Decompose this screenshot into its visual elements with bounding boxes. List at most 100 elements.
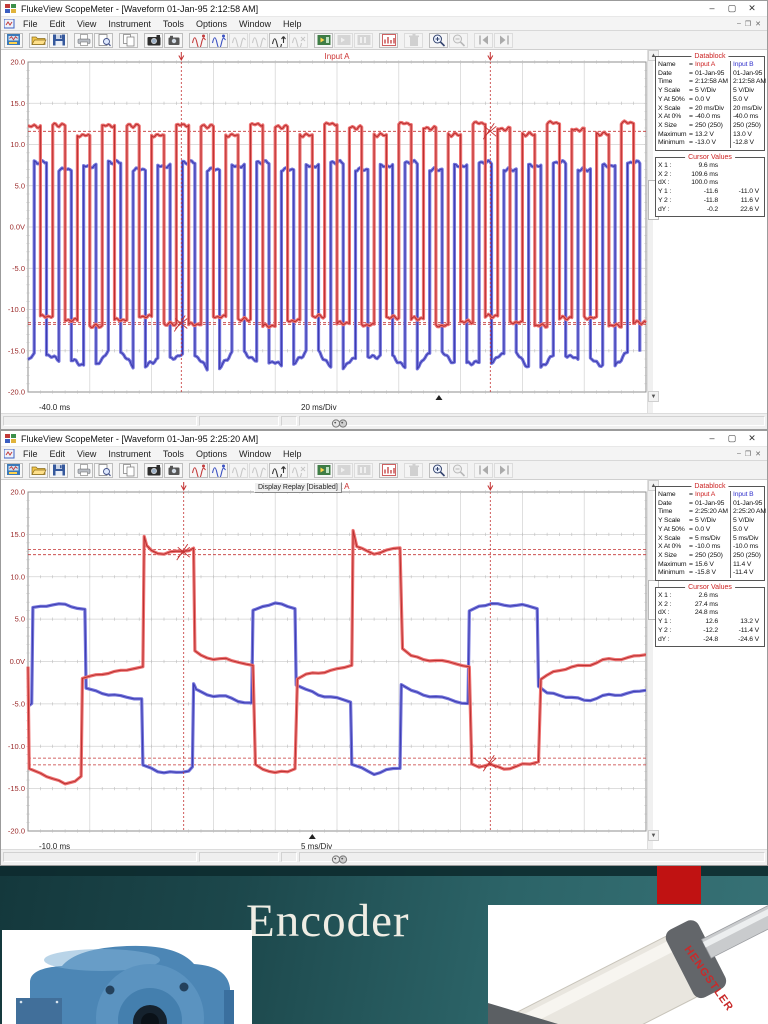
nav-last-button xyxy=(494,33,513,48)
menu-item-edit[interactable]: Edit xyxy=(44,449,72,459)
spectrum-button[interactable] xyxy=(379,463,398,478)
title-bar-1[interactable]: FlukeView ScopeMeter - [Waveform 01-Jan-… xyxy=(1,1,767,16)
menu-item-instrument[interactable]: Instrument xyxy=(102,19,157,29)
spectrum-button[interactable] xyxy=(379,33,398,48)
menu-item-help[interactable]: Help xyxy=(277,449,308,459)
vertical-scrollbar[interactable]: ▲ ▼ xyxy=(647,480,653,855)
close-button[interactable]: ✕ xyxy=(745,3,759,14)
waveform-b-button[interactable] xyxy=(209,463,228,478)
nav-first-icon xyxy=(476,463,492,477)
title-bar-2[interactable]: FlukeView ScopeMeter - [Waveform 01-Jan-… xyxy=(1,431,767,446)
scroll-down-arrow[interactable]: ▼ xyxy=(648,830,659,841)
waveform-x-button xyxy=(289,33,308,48)
datablock-row: Y At 50%=0.0 V5.0 V xyxy=(658,96,763,105)
vertical-scrollbar[interactable]: ▲ ▼ xyxy=(647,50,653,416)
cursor-value-row: dX :24.8 ms xyxy=(658,609,763,618)
menu-item-instrument[interactable]: Instrument xyxy=(102,449,157,459)
delete-button xyxy=(404,463,423,478)
save-button[interactable] xyxy=(49,463,68,478)
print-preview-icon xyxy=(96,33,112,47)
close-button[interactable]: ✕ xyxy=(745,433,759,444)
menu-item-file[interactable]: File xyxy=(17,449,44,459)
datablock-row: X Scale=20 ms/Div20 ms/Div xyxy=(658,105,763,114)
menu-item-window[interactable]: Window xyxy=(233,19,277,29)
slide-title: Encoder xyxy=(246,894,410,948)
print-preview-button[interactable] xyxy=(94,33,113,48)
waveform-a-button[interactable] xyxy=(189,33,208,48)
open-icon xyxy=(31,33,47,47)
datablock-row: Time=2:25:20 AM2:25:20 AM xyxy=(658,508,763,517)
copy-button[interactable] xyxy=(119,33,138,48)
menu-item-edit[interactable]: Edit xyxy=(44,19,72,29)
status-segment xyxy=(281,852,297,862)
copy-button[interactable] xyxy=(119,463,138,478)
scopemeter-button[interactable] xyxy=(4,463,23,478)
zoom-in-button[interactable] xyxy=(429,463,448,478)
mdi-close-button[interactable]: ✕ xyxy=(755,450,761,458)
waveform-chart-2[interactable]: 20.015.010.05.00.0V-5.0-10.0-15.0-20.0In… xyxy=(1,480,647,842)
x-start-label: -40.0 ms xyxy=(39,403,70,412)
menu-item-tools[interactable]: Tools xyxy=(157,449,190,459)
datablock-row: X Scale=5 ms/Div5 ms/Div xyxy=(658,535,763,544)
menu-item-options[interactable]: Options xyxy=(190,449,233,459)
mdi-close-button[interactable]: ✕ xyxy=(755,20,761,28)
waveform-up-button[interactable] xyxy=(269,463,288,478)
print-icon xyxy=(76,33,92,47)
waveform-chart-1[interactable]: 20.015.010.05.00.0V-5.0-10.0-15.0-20.0In… xyxy=(1,50,647,403)
camera-small-button[interactable] xyxy=(164,33,183,48)
menu-item-options[interactable]: Options xyxy=(190,19,233,29)
waveform-d-icon xyxy=(251,33,267,47)
mdi-minimize-button[interactable]: – xyxy=(737,20,741,28)
encoder-photo: HENGSTLER xyxy=(488,905,768,1024)
zoom-out-icon xyxy=(451,463,467,477)
save-icon xyxy=(51,33,67,47)
camera-icon xyxy=(146,463,162,477)
scopemeter-window-1: FlukeView ScopeMeter - [Waveform 01-Jan-… xyxy=(0,0,768,430)
cursor-value-row: Y 1 :12.613.2 V xyxy=(658,618,763,627)
menu-item-help[interactable]: Help xyxy=(277,19,308,29)
waveform-b-button[interactable] xyxy=(209,33,228,48)
zoom-in-button[interactable] xyxy=(429,33,448,48)
waveform-c-icon xyxy=(231,463,247,477)
datablock-panel: Datablock Name=Input AInput BDate=01-Jan… xyxy=(655,486,765,581)
scroll-down-arrow[interactable]: ▼ xyxy=(648,391,659,402)
waveform-d-button xyxy=(249,33,268,48)
datablock-row: X At 0%=-10.0 ms-10.0 ms xyxy=(658,543,763,552)
menu-item-tools[interactable]: Tools xyxy=(157,19,190,29)
print-preview-button[interactable] xyxy=(94,463,113,478)
waveform-c-icon xyxy=(231,33,247,47)
replay-button[interactable] xyxy=(314,463,333,478)
maximize-button[interactable]: ▢ xyxy=(725,3,739,14)
print-button[interactable] xyxy=(74,33,93,48)
scopemeter-button[interactable] xyxy=(4,33,23,48)
menu-item-view[interactable]: View xyxy=(71,449,102,459)
camera-button[interactable] xyxy=(144,463,163,478)
camera-button[interactable] xyxy=(144,33,163,48)
save-button[interactable] xyxy=(49,33,68,48)
presentation-slide: Encoder HEN xyxy=(0,866,768,1024)
mdi-minimize-button[interactable]: – xyxy=(737,450,741,458)
menu-item-file[interactable]: File xyxy=(17,19,44,29)
open-button[interactable] xyxy=(29,33,48,48)
status-segment xyxy=(299,416,765,426)
menu-item-window[interactable]: Window xyxy=(233,449,277,459)
open-button[interactable] xyxy=(29,463,48,478)
replay-button[interactable] xyxy=(314,33,333,48)
waveform-up-button[interactable] xyxy=(269,33,288,48)
waveform-b-icon xyxy=(211,463,227,477)
menu-item-view[interactable]: View xyxy=(71,19,102,29)
minimize-button[interactable]: – xyxy=(705,433,719,444)
svg-text:10.0: 10.0 xyxy=(10,140,25,149)
mdi-restore-button[interactable]: ❐ xyxy=(745,20,751,28)
svg-text:0.0V: 0.0V xyxy=(10,223,25,232)
display-replay-button[interactable]: Display Replay [Disabled] xyxy=(254,482,342,493)
waveform-document-icon xyxy=(4,449,15,459)
maximize-button[interactable]: ▢ xyxy=(725,433,739,444)
waveform-a-button[interactable] xyxy=(189,463,208,478)
mdi-restore-button[interactable]: ❐ xyxy=(745,450,751,458)
camera-small-button[interactable] xyxy=(164,463,183,478)
waveform-d-icon xyxy=(251,463,267,477)
cursor-value-row: dX :100.0 ms xyxy=(658,179,763,188)
print-button[interactable] xyxy=(74,463,93,478)
minimize-button[interactable]: – xyxy=(705,3,719,14)
